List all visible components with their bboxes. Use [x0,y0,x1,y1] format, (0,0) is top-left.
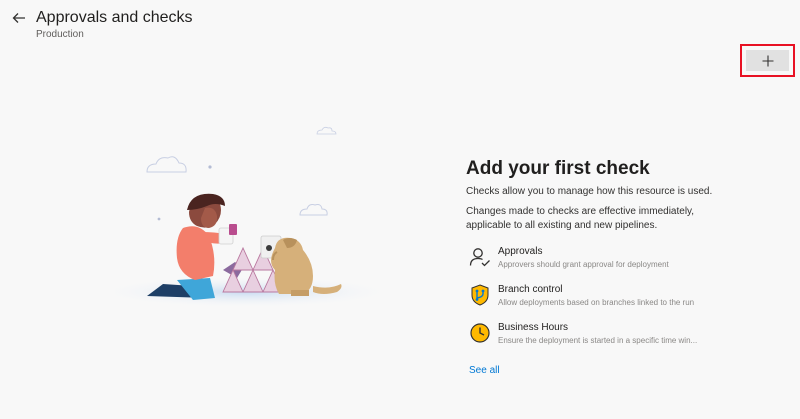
check-item-approvals[interactable]: Approvals Approvers should grant approva… [466,245,766,283]
check-item-name: Business Hours [498,322,569,333]
check-item-description: Approvers should grant approval for depl… [498,260,669,269]
approver-person-icon [469,248,490,267]
check-item-description: Ensure the deployment is started in a sp… [498,336,698,345]
empty-state-title: Add your first check [466,158,650,179]
check-item-name: Branch control [498,284,563,295]
empty-state-description: Checks allow you to manage how this reso… [466,186,713,197]
plus-icon [762,55,773,66]
see-all-link[interactable]: See all [469,365,500,376]
page-header: Approvals and checks Production [0,0,800,44]
check-type-list: Approvals Approvers should grant approva… [466,245,766,359]
back-button[interactable] [10,9,28,27]
check-item-branch-control[interactable]: Branch control Allow deployments based o… [466,283,766,321]
empty-state-illustration [115,126,395,308]
empty-state-note: Changes made to checks are effective imm… [466,206,695,231]
empty-state-panel: Add your first check Checks allow you to… [466,157,766,378]
clock-icon [470,323,490,343]
branch-shield-icon [471,284,489,306]
page-subtitle: Production [36,29,84,40]
add-check-button-surface[interactable] [746,50,789,71]
check-item-business-hours[interactable]: Business Hours Ensure the deployment is … [466,321,766,359]
back-arrow-icon [12,13,25,23]
page-title: Approvals and checks [36,9,193,26]
check-item-name: Approvals [498,246,543,257]
add-check-button[interactable] [740,44,795,77]
check-item-description: Allow deployments based on branches link… [498,298,695,307]
